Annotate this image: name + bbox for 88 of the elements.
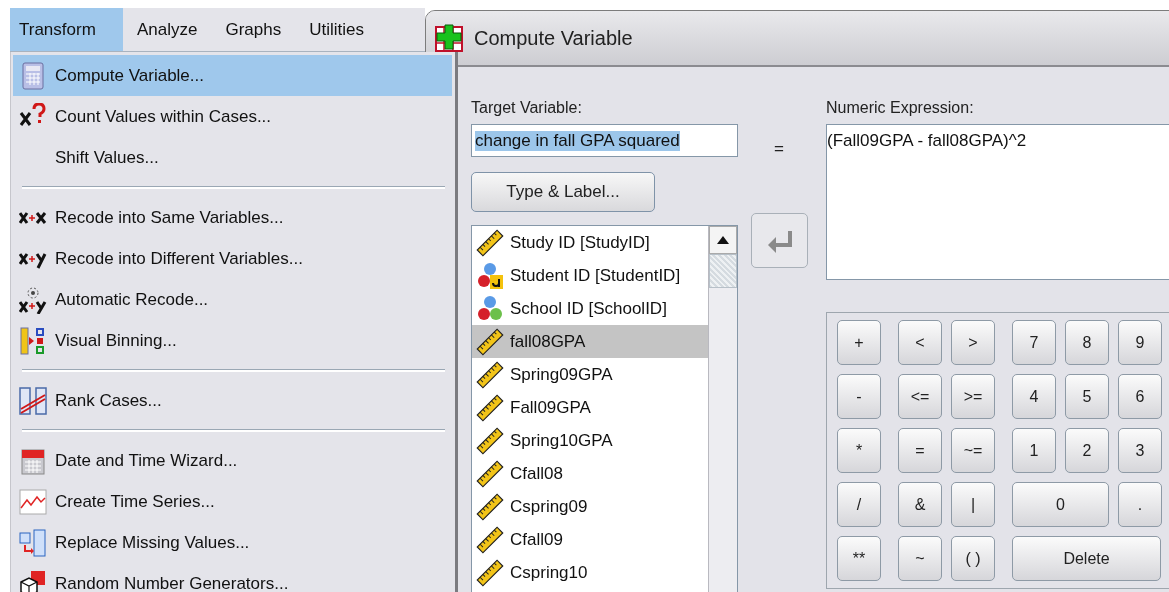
up-arrow-icon — [717, 236, 729, 244]
circles-icon — [476, 294, 504, 323]
menu-bar-item[interactable]: Utilities — [295, 8, 379, 51]
list-item[interactable]: Spring09GPA — [472, 358, 708, 391]
keypad-button[interactable]: = — [898, 428, 942, 473]
menu-item[interactable]: Count Values within Cases... — [13, 96, 452, 137]
keypad-button[interactable]: 7 — [1012, 320, 1056, 365]
menu-item[interactable]: Recode into Different Variables... — [13, 238, 452, 279]
keypad-button[interactable]: ~ — [898, 536, 942, 581]
list-item[interactable]: Cspring09 — [472, 490, 708, 523]
window-title: Compute Variable — [474, 26, 633, 50]
menu-bar-item[interactable]: Transform — [10, 8, 123, 51]
scrollbar[interactable] — [708, 226, 737, 592]
dice-icon — [19, 569, 47, 592]
scroll-thumb[interactable] — [709, 254, 737, 288]
keypad-button[interactable]: 9 — [1118, 320, 1162, 365]
keypad-button[interactable]: 2 — [1065, 428, 1109, 473]
gear-icon — [19, 285, 47, 314]
keypad-button[interactable]: >= — [951, 374, 995, 419]
menu-item[interactable]: Compute Variable... — [13, 55, 452, 96]
variable-name: Spring09GPA — [510, 364, 613, 385]
list-item[interactable]: fall08GPA — [472, 325, 708, 358]
keypad-button[interactable]: - — [837, 374, 881, 419]
equals-sign: = — [774, 139, 784, 159]
field-label: Target Variable: — [471, 99, 583, 118]
menu-item[interactable]: Create Time Series... — [13, 481, 452, 522]
list-item[interactable]: Cfall08 — [472, 457, 708, 490]
line-chart-icon — [19, 487, 47, 516]
move-button[interactable] — [751, 213, 808, 268]
list-item[interactable]: Fall09GPA — [472, 391, 708, 424]
scroll-up-button[interactable] — [709, 226, 737, 254]
keypad-button[interactable]: . — [1118, 482, 1162, 527]
keypad-button[interactable]: 1 — [1012, 428, 1056, 473]
keypad-button[interactable]: * — [837, 428, 881, 473]
calendar-icon — [19, 446, 47, 475]
menu-item[interactable]: Rank Cases... — [13, 380, 452, 421]
keypad-button[interactable]: ~= — [951, 428, 995, 473]
keypad-button[interactable]: ** — [837, 536, 881, 581]
variable-name: Student ID [StudentID] — [510, 265, 681, 286]
keypad-button[interactable]: 5 — [1065, 374, 1109, 419]
rank-icon — [19, 386, 47, 415]
menu-item[interactable]: Replace Missing Values... — [13, 522, 452, 563]
menu-bar-item[interactable]: Graphs — [211, 8, 296, 51]
keypad-button[interactable]: | — [951, 482, 995, 527]
menu-item[interactable]: Random Number Generators... — [13, 563, 452, 592]
menu-bar-item[interactable]: Analyze — [123, 8, 212, 51]
menu-item[interactable]: Recode into Same Variables... — [13, 197, 452, 238]
menu-item[interactable]: Automatic Recode... — [13, 279, 452, 320]
list-item[interactable]: Cspring10 — [472, 556, 708, 589]
variable-name: Cspring10 — [510, 562, 588, 583]
app-icon — [434, 23, 464, 53]
variable-name: School ID [SchoolID] — [510, 298, 667, 319]
calculator-icon — [19, 61, 47, 90]
menu-item[interactable]: Shift Values... — [13, 137, 452, 178]
list-item[interactable]: Study ID [StudyID] — [472, 226, 708, 259]
variable-name: Cspring09 — [510, 496, 588, 517]
keypad-button[interactable]: + — [837, 320, 881, 365]
menu-item[interactable]: Date and Time Wizard... — [13, 440, 452, 481]
list-item[interactable]: Cfall09 — [472, 523, 708, 556]
target-variable-field[interactable]: change in fall GPA squared — [471, 124, 738, 157]
keypad-button[interactable]: > — [951, 320, 995, 365]
list-item[interactable]: Student ID [StudentID] — [472, 259, 708, 292]
keypad-button[interactable]: 0 — [1012, 482, 1109, 527]
list-item[interactable]: Spring10GPA — [472, 424, 708, 457]
list-item[interactable]: School ID [SchoolID] — [472, 292, 708, 325]
field-label: Numeric Expression: — [826, 99, 975, 118]
keypad-button[interactable]: & — [898, 482, 942, 527]
keypad-button[interactable]: / — [837, 482, 881, 527]
keypad-button[interactable]: Delete — [1012, 536, 1161, 581]
keypad-button[interactable]: < — [898, 320, 942, 365]
replace-icon — [19, 528, 47, 557]
menu-item[interactable]: Visual Binning... — [13, 320, 452, 361]
keypad-button[interactable]: <= — [898, 374, 942, 419]
variable-name: Spring10GPA — [510, 430, 613, 451]
variable-name: fall08GPA — [510, 331, 586, 352]
variable-name: Study ID [StudyID] — [510, 232, 650, 253]
variable-name: Fall09GPA — [510, 397, 591, 418]
keypad-button[interactable]: 3 — [1118, 428, 1162, 473]
binning-icon — [19, 326, 47, 355]
expression-field[interactable]: (Fall09GPA - fall08GPA)^2 — [826, 124, 1169, 280]
keypad-button[interactable]: ( ) — [951, 536, 995, 581]
type-label-button[interactable]: Type & Label... — [471, 172, 655, 212]
variable-name: Cfall09 — [510, 529, 563, 550]
circles-icon — [476, 261, 504, 290]
keypad-button[interactable]: 8 — [1065, 320, 1109, 365]
variable-name: Cfall08 — [510, 463, 563, 484]
keypad-button[interactable]: 4 — [1012, 374, 1056, 419]
keypad-button[interactable]: 6 — [1118, 374, 1162, 419]
